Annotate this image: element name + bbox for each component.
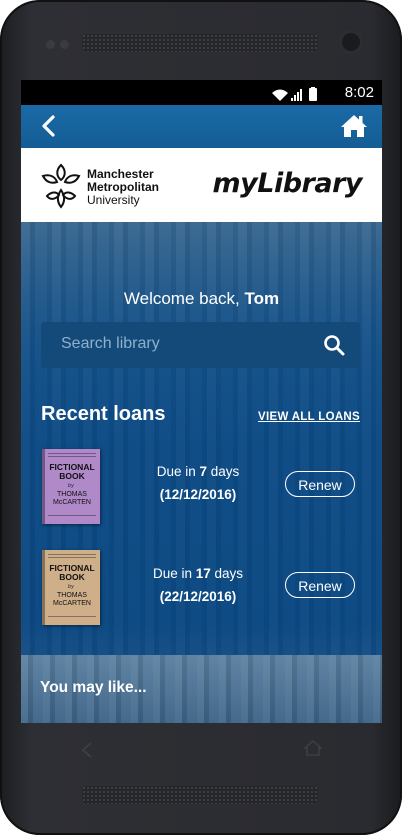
due-suffix: days xyxy=(207,464,240,479)
search-bar[interactable]: Search library xyxy=(41,322,360,368)
cover-line xyxy=(48,456,96,457)
book-cover[interactable]: FICTIONAL BOOK by THOMAS McCARTEN xyxy=(42,449,100,524)
due-info: Due in 7 days (12/12/2016) xyxy=(133,464,263,502)
bottom-speaker xyxy=(82,786,318,804)
nav-back-icon xyxy=(81,742,92,758)
brand-bar: Manchester Metropolitan University myLib… xyxy=(21,148,382,222)
cover-line xyxy=(48,515,96,516)
cover-line xyxy=(48,554,96,555)
app-name: myLibrary xyxy=(212,168,363,199)
cover-line xyxy=(48,453,96,454)
due-date: (22/12/2016) xyxy=(159,589,237,604)
phone-frame: 8:02 Manchester Metropolitan University … xyxy=(0,0,402,835)
home-icon xyxy=(341,115,367,137)
cover-line xyxy=(48,616,96,617)
book-by: by xyxy=(67,584,75,590)
search-icon[interactable] xyxy=(322,333,346,357)
home-button[interactable] xyxy=(340,113,368,139)
view-all-loans-link[interactable]: VIEW ALL LOANS xyxy=(258,411,360,423)
search-placeholder[interactable]: Search library xyxy=(61,335,160,353)
due-suffix: days xyxy=(210,566,244,581)
due-info: Due in 17 days (22/12/2016) xyxy=(133,566,263,604)
due-prefix: Due in xyxy=(152,566,196,581)
nav-back-button[interactable] xyxy=(80,740,94,765)
due-count: 7 xyxy=(199,464,207,479)
app-bar xyxy=(21,105,382,148)
screen: 8:02 Manchester Metropolitan University … xyxy=(21,80,382,723)
due-count: 17 xyxy=(195,566,211,581)
due-line: Due in 7 days xyxy=(133,464,263,479)
due-line: Due in 17 days xyxy=(133,566,263,581)
book-author: THOMAS McCARTEN xyxy=(53,592,91,607)
status-bar: 8:02 xyxy=(21,80,382,105)
chevron-left-icon xyxy=(42,115,55,137)
university-name: Manchester Metropolitan University xyxy=(87,168,159,207)
status-time: 8:02 xyxy=(344,84,374,101)
nav-home-icon xyxy=(302,739,324,756)
welcome-message: Welcome back, Tom xyxy=(21,289,382,309)
due-prefix: Due in xyxy=(156,464,200,479)
user-name: Tom xyxy=(244,289,280,308)
signal-icons xyxy=(272,87,317,101)
light-sensor xyxy=(60,40,69,49)
book-author: THOMAS McCARTEN xyxy=(53,491,91,506)
recent-loans-title: Recent loans xyxy=(41,403,166,425)
due-date: (12/12/2016) xyxy=(159,487,237,502)
book-title: FICTIONAL BOOK xyxy=(49,462,95,481)
you-may-like-title: You may like... xyxy=(40,679,147,696)
university-line-3: University xyxy=(87,193,140,207)
proximity-sensor xyxy=(46,40,55,49)
book-by: by xyxy=(67,483,75,489)
welcome-prefix: Welcome back, xyxy=(123,289,245,308)
status-icons xyxy=(270,86,330,105)
renew-button[interactable]: Renew xyxy=(285,471,355,497)
university-logo-icon xyxy=(41,163,81,209)
book-cover[interactable]: FICTIONAL BOOK by THOMAS McCARTEN xyxy=(42,550,100,625)
renew-button[interactable]: Renew xyxy=(285,572,355,598)
front-camera xyxy=(338,29,364,55)
earpiece-speaker xyxy=(82,34,318,52)
cover-line xyxy=(48,557,96,558)
book-title: FICTIONAL BOOK xyxy=(49,563,95,582)
nav-home-button[interactable] xyxy=(302,739,324,756)
back-button[interactable] xyxy=(37,113,63,139)
